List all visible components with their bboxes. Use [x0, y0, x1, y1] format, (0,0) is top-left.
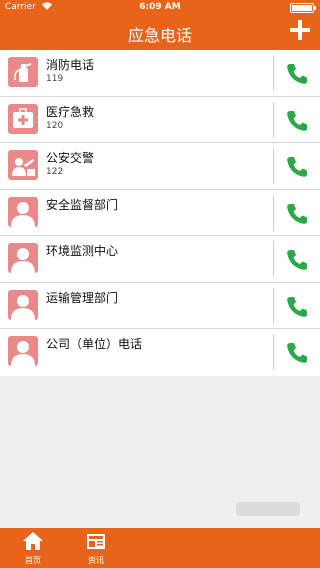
contact-name: 公安交警: [46, 151, 95, 165]
tab-news-label: 资讯: [88, 556, 104, 565]
contact-row-fire[interactable]: 消防电话 119: [0, 50, 320, 97]
add-contact-button[interactable]: [288, 18, 312, 42]
contact-row-company[interactable]: 公司（单位）电话: [0, 329, 320, 376]
person-icon: [8, 336, 38, 366]
battery-icon: [290, 3, 316, 13]
status-time: 6:09 AM: [139, 2, 181, 12]
contact-name: 环境监测中心: [46, 244, 119, 258]
phone-call-icon[interactable]: [284, 247, 310, 273]
divider: [273, 287, 274, 324]
person-icon: [8, 243, 38, 273]
home-icon: [23, 532, 43, 550]
contact-row-medical[interactable]: 医疗急救 120: [0, 97, 320, 143]
news-icon: [87, 534, 105, 549]
divider: [273, 334, 274, 370]
person-icon: [8, 196, 38, 227]
contact-number: 120: [46, 120, 64, 131]
contact-number: 119: [46, 74, 64, 84]
tab-home-label: 首页: [25, 556, 41, 565]
page-title: 应急电话: [127, 26, 192, 45]
navigation-bar: Carrier 6:09 AM 应急电话: [0, 0, 320, 50]
person-icon: [8, 289, 38, 320]
contact-name: 安全监督部门: [46, 197, 119, 212]
divider: [273, 148, 274, 184]
contact-row-traffic-police[interactable]: 公安交警 122: [0, 143, 320, 190]
phone-call-icon[interactable]: [284, 61, 310, 87]
contact-row-safety[interactable]: 安全监督部门: [0, 190, 320, 236]
contact-name: 医疗急救: [46, 104, 95, 119]
traffic-police-icon: [8, 150, 38, 180]
contact-name: 运输管理部门: [46, 290, 119, 305]
phone-call-icon[interactable]: [284, 201, 310, 227]
tab-home[interactable]: 首页: [3, 528, 63, 568]
phone-call-icon[interactable]: [284, 294, 310, 320]
divider: [273, 194, 274, 231]
contact-list: 消防电话 119 医疗急救 120 公安交警 122 安全监督部门 环境监测中心…: [0, 50, 320, 376]
contact-name: 消防电话: [46, 58, 95, 72]
tab-news[interactable]: 资讯: [66, 528, 126, 568]
contact-row-environment[interactable]: 环境监测中心: [0, 236, 320, 283]
contact-number: 122: [46, 167, 64, 177]
contact-name: 公司（单位）电话: [46, 337, 143, 351]
contact-row-transport[interactable]: 运输管理部门: [0, 283, 320, 329]
phone-call-icon[interactable]: [284, 108, 310, 134]
tab-bar: 首页 资讯: [0, 528, 320, 568]
status-bar: Carrier 6:09 AM: [0, 0, 320, 16]
divider: [273, 101, 274, 138]
divider: [273, 241, 274, 277]
watermark-logo: [236, 502, 300, 516]
phone-call-icon[interactable]: [284, 340, 310, 366]
phone-call-icon[interactable]: [284, 154, 310, 180]
medical-cross-icon: [8, 103, 38, 134]
divider: [273, 55, 274, 91]
fire-extinguisher-icon: [8, 57, 38, 87]
